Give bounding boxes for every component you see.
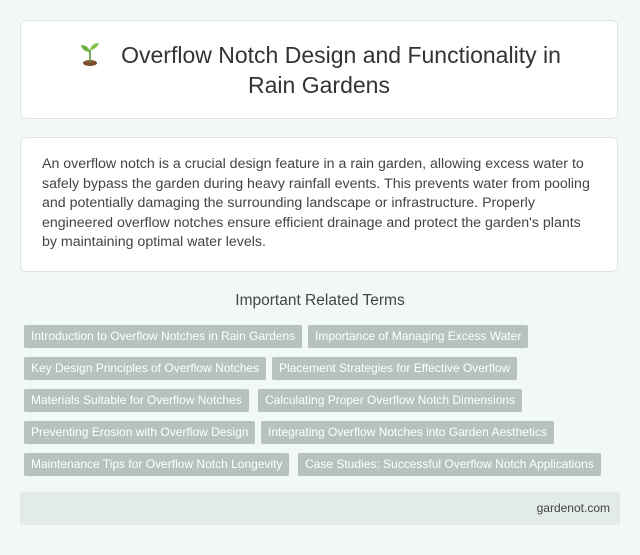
related-term-tag[interactable]: Introduction to Overflow Notches in Rain… — [24, 325, 303, 348]
sprout-icon — [81, 42, 100, 66]
related-term-tag[interactable]: Materials Suitable for Overflow Notches — [24, 389, 249, 412]
related-terms-heading: Important Related Terms — [235, 292, 405, 309]
related-term-tag[interactable]: Key Design Principles of Overflow Notche… — [24, 357, 267, 380]
summary-text: An overflow notch is a crucial design fe… — [42, 156, 590, 250]
page-title-text: Overflow Notch Design and Functionality … — [121, 41, 561, 98]
related-term-tag[interactable]: Maintenance Tips for Overflow Notch Long… — [24, 453, 290, 476]
footer: gardenot.com — [20, 492, 620, 525]
title-card: Overflow Notch Design and Functionality … — [20, 20, 618, 119]
related-term-tag[interactable]: Placement Strategies for Effective Overf… — [272, 357, 518, 380]
related-term-tag[interactable]: Preventing Erosion with Overflow Design — [24, 421, 256, 444]
related-term-tag[interactable]: Case Studies: Successful Overflow Notch … — [298, 453, 601, 476]
related-term-tag[interactable]: Importance of Managing Excess Water — [308, 325, 529, 348]
page-title: Overflow Notch Design and Functionality … — [51, 40, 587, 100]
summary-card: An overflow notch is a crucial design fe… — [20, 137, 618, 272]
related-term-tag[interactable]: Integrating Overflow Notches into Garden… — [261, 421, 554, 444]
related-term-tag[interactable]: Calculating Proper Overflow Notch Dimens… — [258, 389, 523, 412]
footer-site-link[interactable]: gardenot.com — [537, 501, 610, 515]
